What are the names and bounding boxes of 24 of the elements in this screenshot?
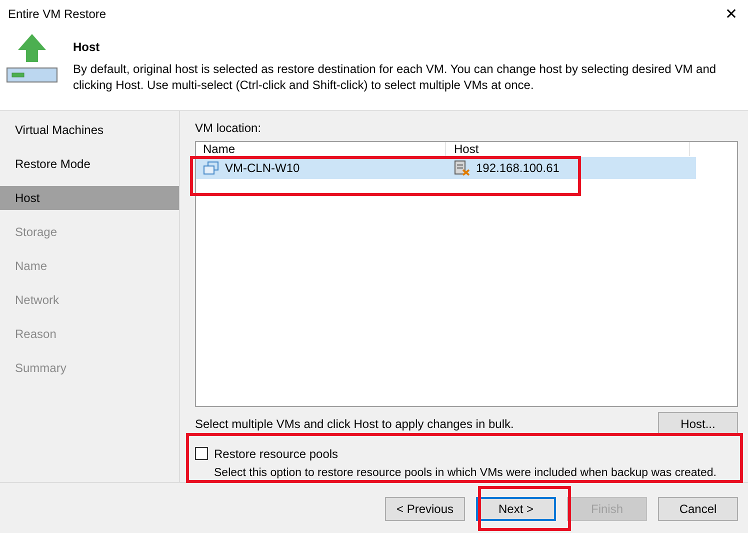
column-header[interactable]: Name (196, 142, 446, 156)
host-button[interactable]: Host... (658, 412, 738, 436)
wizard-step[interactable]: Virtual Machines (0, 118, 179, 142)
close-button[interactable]: ✕ (725, 6, 738, 22)
step-description: By default, original host is selected as restore destination for each VM. You can change host by selecting desired VM and clicking Host. Use multi-select (Ctrl-click and Shift-click) to select multiple VMs at once. (73, 61, 718, 93)
window-title: Entire VM Restore (8, 6, 106, 23)
vm-row[interactable]: VM-CLN-W10 192.168.100.61 (196, 157, 696, 179)
checkbox-label[interactable]: Restore resource pools (214, 444, 338, 463)
wizard-step[interactable]: Host (0, 186, 179, 210)
wizard-button[interactable]: Cancel (658, 497, 738, 521)
option-description: Select this option to restore resource pools in which VMs were included when backup was created. (213, 466, 718, 481)
wizard-step[interactable]: Restore Mode (0, 152, 179, 176)
vm-location-label: VM location: (195, 120, 262, 137)
step-title: Host (73, 39, 101, 56)
vm-name: VM-CLN-W10 (225, 160, 300, 177)
restore-host-icon (6, 32, 58, 84)
column-header[interactable]: Host (446, 142, 690, 156)
server-icon (454, 160, 470, 176)
host-address: 192.168.100.61 (476, 160, 560, 177)
checkbox[interactable] (195, 447, 208, 460)
wizard-button[interactable]: Next > (476, 497, 556, 521)
bulk-hint: Select multiple VMs and click Host to apply changes in bulk. (195, 416, 514, 433)
vm-icon (203, 161, 219, 175)
wizard-button[interactable]: < Previous (385, 497, 465, 521)
